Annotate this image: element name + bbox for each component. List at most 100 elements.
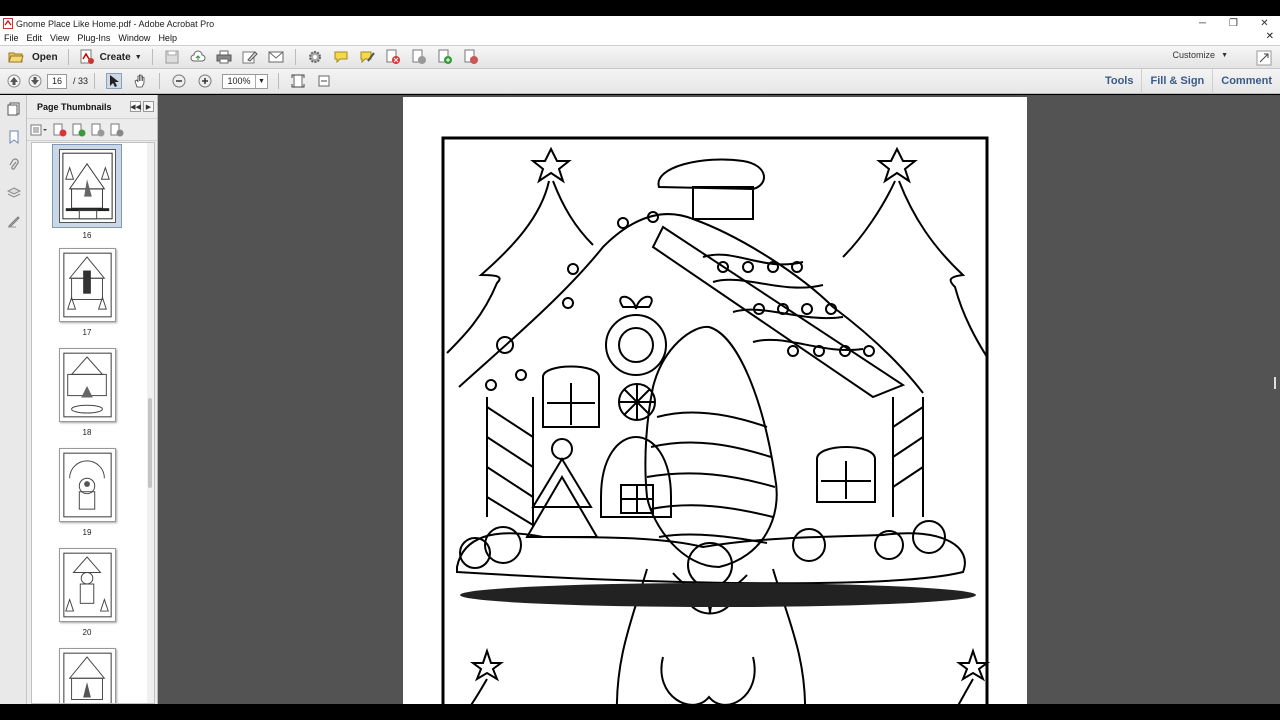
save-icon	[165, 50, 179, 64]
delete-page-button[interactable]	[385, 49, 401, 65]
thumbnail-page-16[interactable]: 16	[32, 144, 142, 240]
menu-file[interactable]: File	[0, 33, 23, 43]
extract-page-button[interactable]	[411, 49, 427, 65]
panel-title: Page Thumbnails	[37, 101, 112, 112]
open-button[interactable]: Open	[4, 47, 62, 67]
zoom-in-button[interactable]	[197, 73, 213, 89]
thumbnail-page-18[interactable]: 18	[32, 348, 142, 437]
highlight-button[interactable]	[359, 49, 375, 65]
page-total: / 33	[73, 76, 89, 86]
chevron-down-icon: ▼	[255, 74, 267, 88]
cursor-arrow-icon	[110, 75, 120, 87]
page-thumbnails-tab[interactable]	[0, 95, 27, 123]
edit-pencil-icon	[242, 51, 258, 64]
speech-bubble-icon	[334, 51, 348, 64]
navigation-rail	[0, 95, 27, 704]
zoom-value: 100%	[227, 75, 251, 86]
signatures-tab[interactable]	[0, 207, 27, 235]
thumbnail-selection	[52, 144, 122, 228]
customize-dropdown[interactable]: Customize ▼	[1173, 50, 1228, 60]
minimize-button[interactable]: ─	[1187, 16, 1218, 31]
gear-icon	[308, 51, 321, 63]
insert-thumbnail-button[interactable]	[72, 123, 86, 137]
page-number-input[interactable]: 16	[47, 73, 67, 89]
pages-icon	[7, 102, 19, 116]
select-tool-button[interactable]	[106, 73, 123, 89]
pdf-file-icon	[3, 18, 13, 29]
attachments-tab[interactable]	[0, 151, 27, 179]
main-toolbar: Open Create ▼ Customize ▼	[0, 45, 1280, 69]
zoom-select[interactable]: 100% ▼	[222, 73, 269, 89]
document-view[interactable]	[158, 95, 1280, 704]
document-scroll-indicator[interactable]	[1274, 377, 1276, 389]
close-window-button[interactable]: ✕	[1249, 16, 1280, 31]
fit-width-icon	[318, 75, 330, 87]
zoom-out-button[interactable]	[171, 73, 187, 89]
maximize-button[interactable]: ❐	[1218, 16, 1249, 31]
extract-page-icon	[412, 49, 426, 64]
thumbnail-page-20[interactable]: 20	[32, 548, 142, 637]
extract-thumbnail-button[interactable]	[91, 123, 105, 137]
open-label: Open	[32, 51, 58, 63]
fit-page-button[interactable]	[290, 73, 306, 89]
thumbnail-page-21[interactable]: 21	[32, 648, 142, 703]
insert-page-button[interactable]	[437, 49, 453, 65]
previous-page-button[interactable]	[6, 73, 22, 89]
print-button[interactable]	[216, 49, 232, 65]
replace-page-button[interactable]	[463, 49, 479, 65]
arrow-down-icon	[28, 74, 42, 88]
layers-tab[interactable]	[0, 179, 27, 207]
scrollbar-thumb[interactable]	[148, 398, 152, 488]
panel-options-button[interactable]: ▶	[143, 101, 154, 112]
options-list-icon	[30, 124, 47, 135]
upload-cloud-button[interactable]	[190, 49, 206, 65]
thumbnail-page-19[interactable]: 19	[32, 448, 142, 537]
menu-window[interactable]: Window	[114, 33, 154, 43]
printer-icon	[216, 50, 232, 64]
fill-sign-pane-link[interactable]: Fill & Sign	[1141, 69, 1212, 94]
delete-thumbnail-button[interactable]	[53, 123, 67, 137]
toolbar-separator	[94, 73, 96, 89]
insert-page-icon	[438, 49, 452, 64]
menu-edit[interactable]: Edit	[23, 33, 47, 43]
close-document-button[interactable]: ✕	[1266, 31, 1274, 42]
thumbnail-scrollbar[interactable]	[147, 143, 154, 703]
email-button[interactable]	[268, 49, 284, 65]
panel-toolbar	[27, 119, 157, 141]
next-page-button[interactable]	[27, 73, 43, 89]
edit-button[interactable]	[242, 49, 258, 65]
toolbar-separator	[151, 49, 153, 65]
tools-pane-link[interactable]: Tools	[1097, 69, 1142, 94]
thumbnail-image	[59, 149, 116, 223]
toolbar-separator	[67, 49, 69, 65]
layers-icon	[6, 187, 21, 198]
thumbnail-image	[58, 448, 116, 522]
thumbnail-page-17[interactable]: 17	[32, 248, 142, 337]
toolbar-separator	[294, 49, 296, 65]
menu-plug-ins[interactable]: Plug-Ins	[73, 33, 114, 43]
replace-thumbnail-button[interactable]	[110, 123, 124, 137]
toolbar-separator	[159, 73, 161, 89]
expand-icon[interactable]	[1256, 50, 1272, 66]
insert-page-icon	[72, 123, 86, 136]
settings-button[interactable]	[307, 49, 323, 65]
save-button[interactable]	[164, 49, 180, 65]
thumbnail-page-number: 18	[82, 428, 92, 437]
menu-help[interactable]: Help	[154, 33, 181, 43]
thumbnail-image	[58, 248, 116, 322]
arrow-up-icon	[7, 74, 21, 88]
collapse-panel-button[interactable]: ◀◀	[130, 101, 141, 112]
comment-pane-link[interactable]: Comment	[1212, 69, 1280, 94]
replace-page-icon	[464, 49, 478, 64]
menu-view[interactable]: View	[46, 33, 73, 43]
thumbnail-page-number: 17	[82, 328, 92, 337]
navigation-toolbar: 16 / 33 100% ▼ Tools Fill & Sign Comment	[0, 69, 1280, 94]
options-menu-button[interactable]	[30, 123, 48, 137]
delete-page-icon	[53, 123, 67, 136]
create-button[interactable]: Create ▼	[75, 47, 146, 67]
bookmarks-tab[interactable]	[0, 123, 27, 151]
fit-width-button[interactable]	[316, 73, 332, 89]
comment-button[interactable]	[333, 49, 349, 65]
coloring-page-illustration	[441, 136, 990, 704]
hand-tool-button[interactable]	[132, 73, 148, 89]
